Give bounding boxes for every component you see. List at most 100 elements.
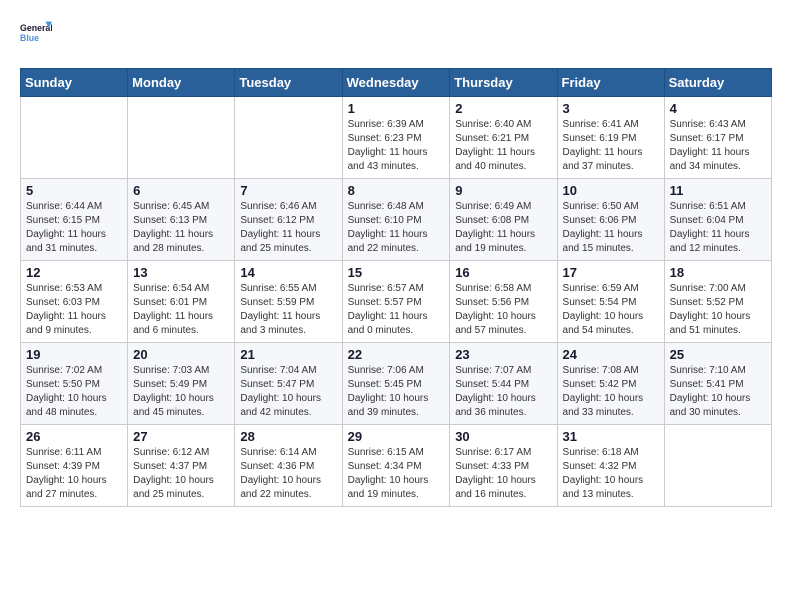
calendar-week-1: 1 Sunrise: 6:39 AMSunset: 6:23 PMDaylight… xyxy=(21,97,772,179)
day-number: 2 xyxy=(455,101,551,116)
calendar-cell xyxy=(21,97,128,179)
calendar-cell: 27 Sunrise: 6:12 AMSunset: 4:37 PMDayligh… xyxy=(128,425,235,507)
weekday-header-row: SundayMondayTuesdayWednesdayThursdayFrid… xyxy=(21,69,772,97)
day-number: 14 xyxy=(240,265,336,280)
day-info: Sunrise: 7:00 AMSunset: 5:52 PMDaylight:… xyxy=(670,282,766,338)
day-number: 24 xyxy=(563,347,659,362)
calendar-cell: 29 Sunrise: 6:15 AMSunset: 4:34 PMDayligh… xyxy=(342,425,450,507)
day-info: Sunrise: 6:44 AMSunset: 6:15 PMDaylight:… xyxy=(26,200,122,256)
calendar-cell: 10 Sunrise: 6:50 AMSunset: 6:06 PMDayligh… xyxy=(557,179,664,261)
logo: General Blue xyxy=(20,20,52,52)
day-number: 13 xyxy=(133,265,229,280)
calendar-cell: 24 Sunrise: 7:08 AMSunset: 5:42 PMDayligh… xyxy=(557,343,664,425)
weekday-header-friday: Friday xyxy=(557,69,664,97)
calendar-cell xyxy=(235,97,342,179)
calendar-cell: 5Sunrise: 6:44 AMSunset: 6:15 PMDaylight… xyxy=(21,179,128,261)
day-info: Sunrise: 6:59 AMSunset: 5:54 PMDaylight:… xyxy=(563,282,659,338)
day-number: 31 xyxy=(563,429,659,444)
calendar-cell: 13 Sunrise: 6:54 AMSunset: 6:01 PMDayligh… xyxy=(128,261,235,343)
calendar-cell: 20 Sunrise: 7:03 AMSunset: 5:49 PMDayligh… xyxy=(128,343,235,425)
day-info: Sunrise: 6:45 AMSunset: 6:13 PMDaylight:… xyxy=(133,200,229,256)
day-info: Sunrise: 6:49 AMSunset: 6:08 PMDaylight:… xyxy=(455,200,551,256)
calendar-week-2: 5Sunrise: 6:44 AMSunset: 6:15 PMDaylight… xyxy=(21,179,772,261)
calendar-cell: 1 Sunrise: 6:39 AMSunset: 6:23 PMDaylight… xyxy=(342,97,450,179)
day-number: 9 xyxy=(455,183,551,198)
day-number: 18 xyxy=(670,265,766,280)
day-info: Sunrise: 6:50 AMSunset: 6:06 PMDaylight:… xyxy=(563,200,659,256)
calendar-cell: 28Sunrise: 6:14 AMSunset: 4:36 PMDayligh… xyxy=(235,425,342,507)
day-info: Sunrise: 6:51 AMSunset: 6:04 PMDaylight:… xyxy=(670,200,766,256)
day-info: Sunrise: 6:14 AMSunset: 4:36 PMDaylight:… xyxy=(240,446,336,502)
day-info: Sunrise: 7:10 AMSunset: 5:41 PMDaylight:… xyxy=(670,364,766,420)
day-number: 20 xyxy=(133,347,229,362)
weekday-header-monday: Monday xyxy=(128,69,235,97)
calendar-cell: 14 Sunrise: 6:55 AMSunset: 5:59 PMDayligh… xyxy=(235,261,342,343)
day-number: 29 xyxy=(348,429,445,444)
calendar-cell xyxy=(128,97,235,179)
day-info: Sunrise: 6:40 AMSunset: 6:21 PMDaylight:… xyxy=(455,118,551,174)
day-info: Sunrise: 6:12 AMSunset: 4:37 PMDaylight:… xyxy=(133,446,229,502)
calendar-cell: 4 Sunrise: 6:43 AMSunset: 6:17 PMDaylight… xyxy=(664,97,771,179)
day-info: Sunrise: 7:03 AMSunset: 5:49 PMDaylight:… xyxy=(133,364,229,420)
calendar-cell: 19Sunrise: 7:02 AMSunset: 5:50 PMDayligh… xyxy=(21,343,128,425)
weekday-header-wednesday: Wednesday xyxy=(342,69,450,97)
day-number: 10 xyxy=(563,183,659,198)
day-number: 11 xyxy=(670,183,766,198)
day-number: 15 xyxy=(348,265,445,280)
day-info: Sunrise: 6:11 AMSunset: 4:39 PMDaylight:… xyxy=(26,446,122,502)
day-info: Sunrise: 7:08 AMSunset: 5:42 PMDaylight:… xyxy=(563,364,659,420)
page-header: General Blue xyxy=(20,20,772,52)
calendar-cell: 15 Sunrise: 6:57 AMSunset: 5:57 PMDayligh… xyxy=(342,261,450,343)
calendar-cell: 31 Sunrise: 6:18 AMSunset: 4:32 PMDayligh… xyxy=(557,425,664,507)
calendar-cell: 12Sunrise: 6:53 AMSunset: 6:03 PMDayligh… xyxy=(21,261,128,343)
day-number: 21 xyxy=(240,347,336,362)
day-number: 22 xyxy=(348,347,445,362)
weekday-header-saturday: Saturday xyxy=(664,69,771,97)
day-info: Sunrise: 7:06 AMSunset: 5:45 PMDaylight:… xyxy=(348,364,445,420)
calendar-cell: 16Sunrise: 6:58 AMSunset: 5:56 PMDayligh… xyxy=(450,261,557,343)
calendar-cell: 6 Sunrise: 6:45 AMSunset: 6:13 PMDaylight… xyxy=(128,179,235,261)
calendar-cell xyxy=(664,425,771,507)
day-info: Sunrise: 6:54 AMSunset: 6:01 PMDaylight:… xyxy=(133,282,229,338)
logo-icon: General Blue xyxy=(20,20,52,52)
day-number: 26 xyxy=(26,429,122,444)
day-number: 6 xyxy=(133,183,229,198)
day-number: 12 xyxy=(26,265,122,280)
calendar-cell: 11 Sunrise: 6:51 AMSunset: 6:04 PMDayligh… xyxy=(664,179,771,261)
calendar-cell: 17 Sunrise: 6:59 AMSunset: 5:54 PMDayligh… xyxy=(557,261,664,343)
day-number: 30 xyxy=(455,429,551,444)
day-info: Sunrise: 6:18 AMSunset: 4:32 PMDaylight:… xyxy=(563,446,659,502)
day-number: 17 xyxy=(563,265,659,280)
calendar-cell: 9 Sunrise: 6:49 AMSunset: 6:08 PMDaylight… xyxy=(450,179,557,261)
day-info: Sunrise: 6:15 AMSunset: 4:34 PMDaylight:… xyxy=(348,446,445,502)
calendar-cell: 30 Sunrise: 6:17 AMSunset: 4:33 PMDayligh… xyxy=(450,425,557,507)
day-number: 3 xyxy=(563,101,659,116)
calendar-week-4: 19Sunrise: 7:02 AMSunset: 5:50 PMDayligh… xyxy=(21,343,772,425)
calendar-cell: 8Sunrise: 6:48 AMSunset: 6:10 PMDaylight… xyxy=(342,179,450,261)
day-info: Sunrise: 6:58 AMSunset: 5:56 PMDaylight:… xyxy=(455,282,551,338)
day-number: 7 xyxy=(240,183,336,198)
day-info: Sunrise: 6:41 AMSunset: 6:19 PMDaylight:… xyxy=(563,118,659,174)
calendar-cell: 26 Sunrise: 6:11 AMSunset: 4:39 PMDayligh… xyxy=(21,425,128,507)
calendar-table: SundayMondayTuesdayWednesdayThursdayFrid… xyxy=(20,68,772,507)
calendar-cell: 22 Sunrise: 7:06 AMSunset: 5:45 PMDayligh… xyxy=(342,343,450,425)
calendar-week-5: 26 Sunrise: 6:11 AMSunset: 4:39 PMDayligh… xyxy=(21,425,772,507)
weekday-header-thursday: Thursday xyxy=(450,69,557,97)
day-info: Sunrise: 6:39 AMSunset: 6:23 PMDaylight:… xyxy=(348,118,445,174)
weekday-header-sunday: Sunday xyxy=(21,69,128,97)
calendar-week-3: 12Sunrise: 6:53 AMSunset: 6:03 PMDayligh… xyxy=(21,261,772,343)
weekday-header-tuesday: Tuesday xyxy=(235,69,342,97)
svg-text:Blue: Blue xyxy=(20,33,39,43)
day-info: Sunrise: 6:55 AMSunset: 5:59 PMDaylight:… xyxy=(240,282,336,338)
day-info: Sunrise: 6:43 AMSunset: 6:17 PMDaylight:… xyxy=(670,118,766,174)
day-number: 27 xyxy=(133,429,229,444)
day-number: 1 xyxy=(348,101,445,116)
day-info: Sunrise: 7:07 AMSunset: 5:44 PMDaylight:… xyxy=(455,364,551,420)
day-info: Sunrise: 6:17 AMSunset: 4:33 PMDaylight:… xyxy=(455,446,551,502)
day-number: 4 xyxy=(670,101,766,116)
day-info: Sunrise: 7:02 AMSunset: 5:50 PMDaylight:… xyxy=(26,364,122,420)
day-info: Sunrise: 6:46 AMSunset: 6:12 PMDaylight:… xyxy=(240,200,336,256)
calendar-cell: 23Sunrise: 7:07 AMSunset: 5:44 PMDayligh… xyxy=(450,343,557,425)
calendar-cell: 25Sunrise: 7:10 AMSunset: 5:41 PMDayligh… xyxy=(664,343,771,425)
day-info: Sunrise: 6:57 AMSunset: 5:57 PMDaylight:… xyxy=(348,282,445,338)
